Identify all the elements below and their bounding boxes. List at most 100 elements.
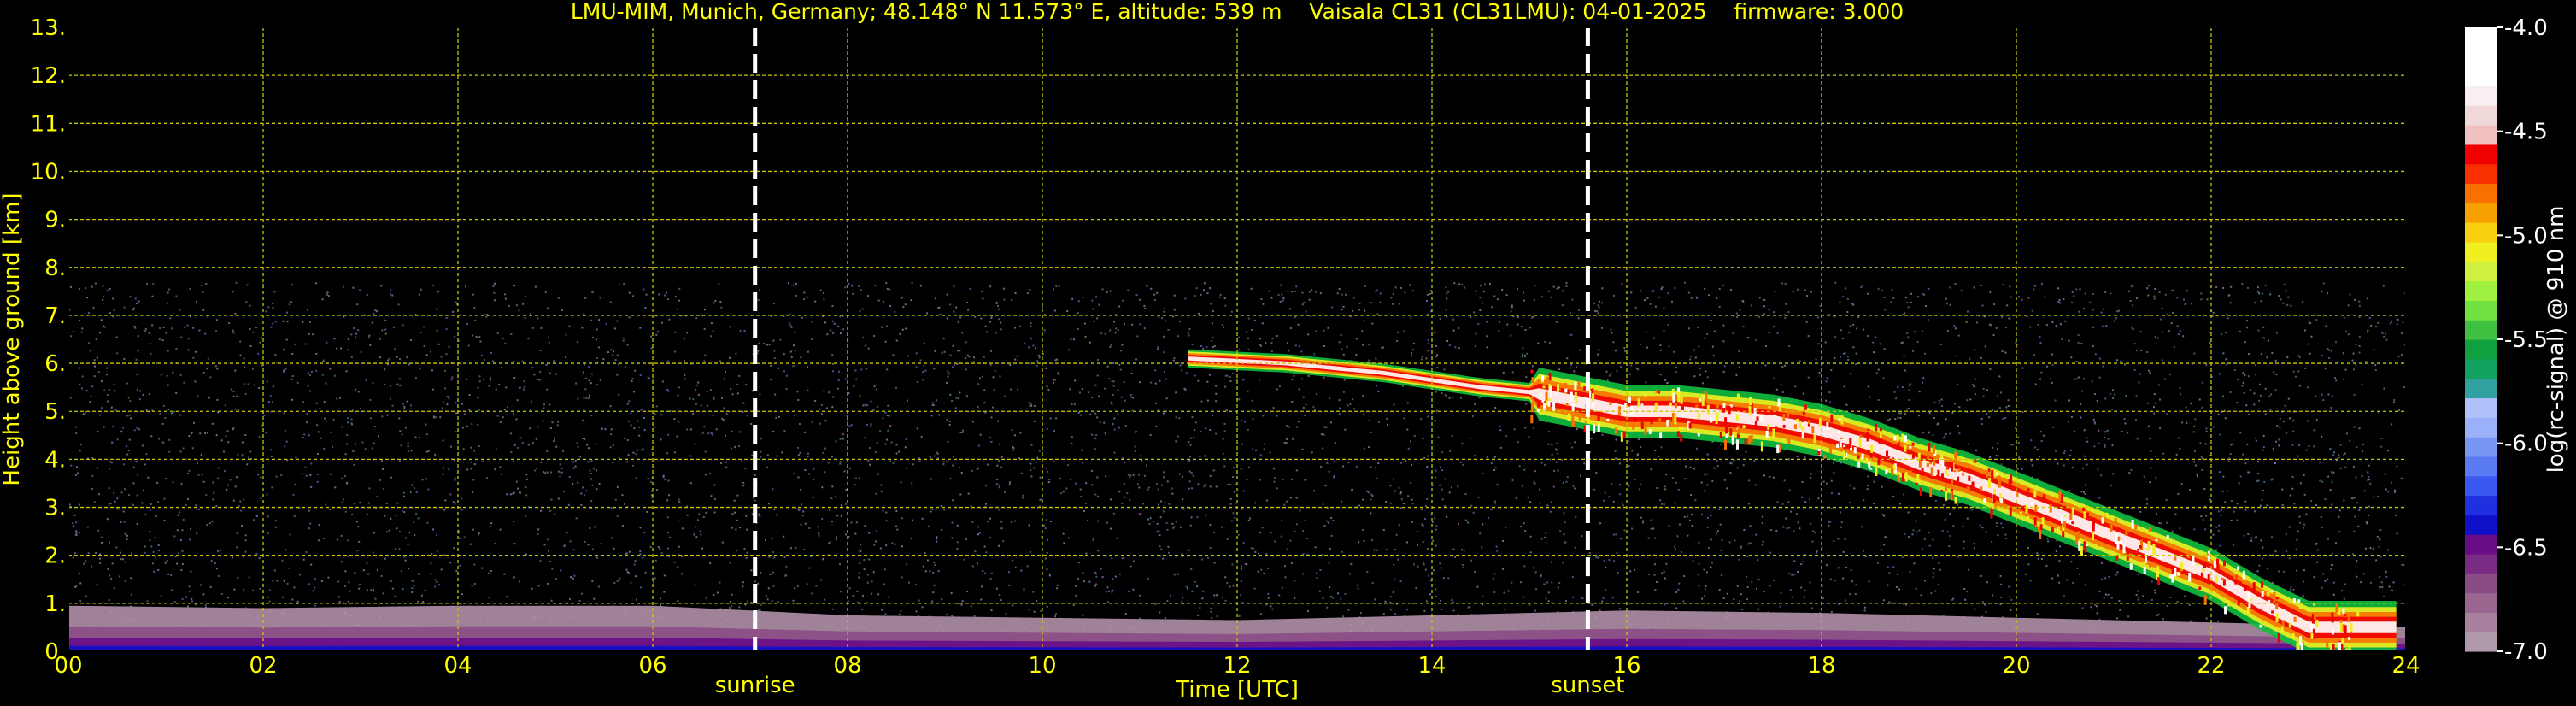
noise-speck xyxy=(2370,324,2373,327)
noise-speck xyxy=(88,312,90,315)
noise-speck xyxy=(241,524,243,527)
noise-speck xyxy=(1957,556,1959,558)
noise-speck xyxy=(1522,347,1524,350)
noise-speck xyxy=(1881,485,1883,488)
noise-speck xyxy=(998,509,1000,511)
noise-speck xyxy=(306,421,308,424)
noise-speck xyxy=(1392,293,1394,295)
noise-speck xyxy=(272,303,274,305)
noise-speck xyxy=(1047,481,1050,483)
noise-speck xyxy=(1279,300,1282,303)
noise-speck xyxy=(543,403,545,406)
noise-speck xyxy=(1000,466,1003,468)
noise-speck xyxy=(188,585,191,588)
noise-speck xyxy=(266,380,268,383)
noise-speck xyxy=(1437,436,1440,438)
noise-speck xyxy=(568,598,571,600)
noise-speck xyxy=(2201,457,2203,460)
noise-speck xyxy=(982,570,984,572)
noise-speck xyxy=(1287,342,1288,344)
noise-speck xyxy=(134,297,137,300)
noise-speck xyxy=(1997,534,1999,537)
noise-speck xyxy=(290,284,293,286)
noise-speck xyxy=(656,489,658,491)
noise-speck xyxy=(97,467,99,469)
noise-speck xyxy=(1982,387,1985,390)
noise-speck xyxy=(952,464,954,467)
noise-speck xyxy=(790,356,793,358)
noise-speck xyxy=(998,460,1000,462)
noise-speck xyxy=(906,468,907,469)
noise-speck xyxy=(995,587,998,590)
noise-speck xyxy=(2080,343,2083,344)
noise-speck xyxy=(1986,389,1988,391)
noise-speck xyxy=(141,444,144,447)
noise-speck xyxy=(2305,449,2308,451)
noise-speck xyxy=(584,377,587,379)
noise-speck xyxy=(2335,379,2338,382)
noise-speck xyxy=(1241,508,1243,510)
noise-speck xyxy=(1810,607,1813,609)
noise-speck xyxy=(2051,364,2054,367)
noise-speck xyxy=(881,609,883,611)
noise-speck xyxy=(1139,298,1141,301)
noise-speck xyxy=(555,578,557,580)
noise-speck xyxy=(1237,336,1240,338)
noise-speck xyxy=(321,298,324,301)
noise-speck xyxy=(2306,420,2309,422)
noise-speck xyxy=(1362,498,1364,501)
noise-speck xyxy=(1529,501,1532,503)
noise-speck xyxy=(1044,527,1047,530)
noise-speck xyxy=(1062,532,1065,535)
noise-speck xyxy=(2036,448,2039,450)
noise-speck xyxy=(815,585,818,587)
noise-speck xyxy=(1129,499,1131,502)
noise-speck xyxy=(946,317,948,320)
noise-speck xyxy=(1788,458,1790,461)
noise-speck xyxy=(1938,402,1940,404)
noise-speck xyxy=(513,521,515,523)
noise-speck xyxy=(540,509,543,512)
noise-speck xyxy=(836,387,839,390)
noise-speck xyxy=(710,495,713,497)
noise-speck xyxy=(1492,577,1494,580)
noise-speck xyxy=(1940,398,1943,401)
noise-speck xyxy=(409,404,412,407)
noise-speck xyxy=(1077,562,1080,564)
noise-speck xyxy=(1120,350,1122,352)
noise-speck xyxy=(1301,291,1304,294)
noise-speck xyxy=(885,544,888,547)
noise-speck xyxy=(2201,381,2203,384)
noise-speck xyxy=(1262,415,1265,417)
noise-speck xyxy=(1130,394,1132,397)
noise-speck xyxy=(1540,462,1543,464)
noise-speck xyxy=(496,415,499,417)
noise-speck xyxy=(1312,406,1315,409)
noise-speck xyxy=(381,329,384,332)
noise-speck xyxy=(1650,527,1652,530)
noise-speck xyxy=(1212,532,1215,533)
noise-speck xyxy=(2149,372,2151,374)
noise-speck xyxy=(970,504,972,507)
noise-speck xyxy=(2343,597,2345,600)
noise-speck xyxy=(88,342,91,344)
noise-speck xyxy=(87,552,90,555)
noise-speck xyxy=(1300,350,1303,353)
noise-speck xyxy=(1558,368,1561,371)
noise-speck xyxy=(1003,298,1006,301)
noise-speck xyxy=(2161,331,2163,333)
noise-speck xyxy=(664,479,666,481)
noise-speck xyxy=(206,524,208,527)
noise-speck xyxy=(1030,403,1032,406)
noise-speck xyxy=(124,532,126,535)
noise-speck xyxy=(940,505,942,507)
noise-speck xyxy=(320,580,323,582)
noise-speck xyxy=(1525,403,1528,405)
noise-speck xyxy=(2387,491,2389,493)
noise-speck xyxy=(1797,288,1799,291)
noise-speck xyxy=(864,437,866,439)
noise-speck xyxy=(949,478,952,480)
noise-speck xyxy=(1260,568,1263,571)
noise-speck xyxy=(2160,522,2162,525)
noise-speck xyxy=(1650,468,1652,471)
